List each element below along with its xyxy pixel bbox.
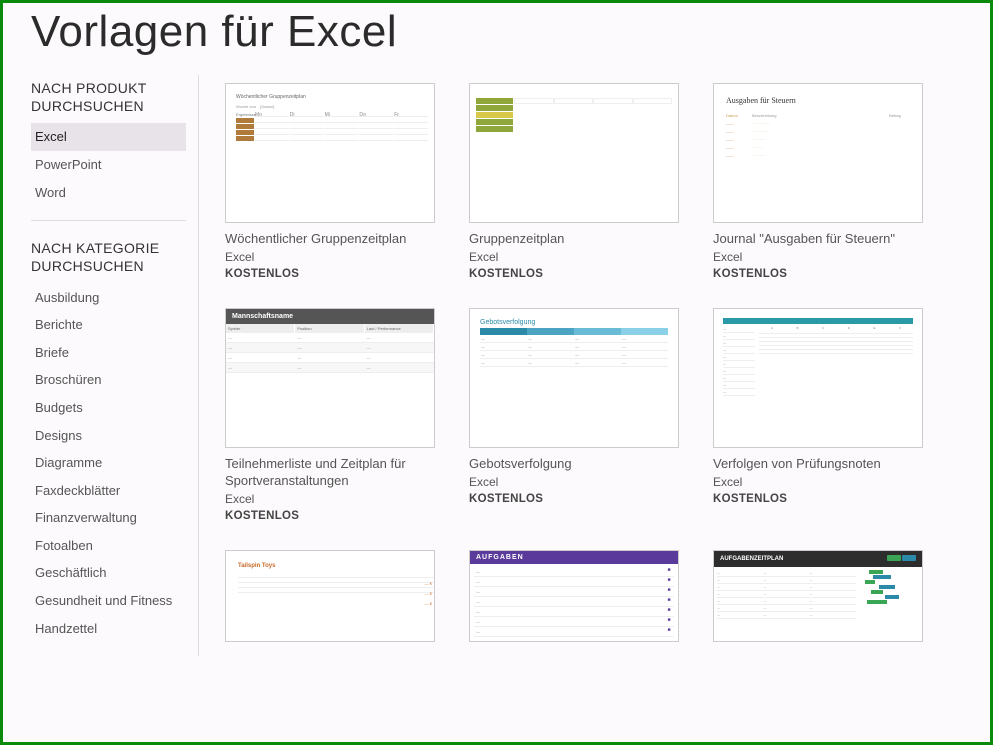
thumb-caption: Gebotsverfolgung [480,319,668,326]
template-app: Excel [225,250,435,264]
sidebar-item-word[interactable]: Word [31,179,186,207]
template-card[interactable]: Mannschaftsname SpielerPositionLauf / Pe… [225,308,435,522]
templates-main: Wöchentlicher Gruppenzeitplan Woche von … [225,75,962,656]
sidebar-item-briefe[interactable]: Briefe [31,339,186,367]
thumb-caption: AUFGABEN [476,554,524,561]
template-card[interactable]: Tailspin Toys — € — € — € [225,550,435,642]
sidebar-divider [31,220,186,221]
thumb-caption: AUFGABENZEITPLAN [720,556,783,562]
sidebar-item-diagramme[interactable]: Diagramme [31,449,186,477]
sidebar-item-budgets[interactable]: Budgets [31,394,186,422]
template-price: KOSTENLOS [225,268,435,280]
template-title: Wöchentlicher Gruppenzeitplan [225,231,435,248]
sidebar: NACH PRODUKT DURCHSUCHEN Excel PowerPoin… [31,75,199,656]
template-price: KOSTENLOS [469,268,679,280]
template-thumbnail: —————————— ABCDEF [713,308,923,448]
template-thumbnail: AUFGABENZEITPLAN ——— ——— ——— ——— ——— [713,550,923,642]
category-heading: NACH KATEGORIE DURCHSUCHEN [31,239,186,275]
template-app: Excel [469,475,679,489]
sidebar-item-designs[interactable]: Designs [31,422,186,450]
layout: NACH PRODUKT DURCHSUCHEN Excel PowerPoin… [31,75,962,656]
template-card[interactable]: Wöchentlicher Gruppenzeitplan Woche von … [225,83,435,280]
template-app: Excel [225,492,435,506]
sidebar-item-ausbildung[interactable]: Ausbildung [31,284,186,312]
sidebar-item-berichte[interactable]: Berichte [31,311,186,339]
thumb-caption: Mannschaftsname [226,309,434,324]
sidebar-item-handzettel[interactable]: Handzettel [31,615,186,643]
thumb-caption: Tailspin Toys [238,563,434,569]
template-thumbnail: Wöchentlicher Gruppenzeitplan Woche von … [225,83,435,223]
template-card[interactable]: Gebotsverfolgung ———— ———— ———— ———— Geb… [469,308,679,522]
sidebar-item-geschaeftlich[interactable]: Geschäftlich [31,559,186,587]
templates-page: Vorlagen für Excel NACH PRODUKT DURCHSUC… [3,3,990,656]
template-title: Gruppenzeitplan [469,231,679,248]
sidebar-item-powerpoint[interactable]: PowerPoint [31,151,186,179]
template-thumbnail: Ausgaben für Steuern DatumBeschreibungBe… [713,83,923,223]
template-card[interactable]: Gruppenzeitplan Excel KOSTENLOS [469,83,679,280]
template-card[interactable]: —————————— ABCDEF [713,308,923,522]
sidebar-item-excel[interactable]: Excel [31,123,186,151]
template-title: Verfolgen von Prüfungsnoten [713,456,923,473]
product-list: Excel PowerPoint Word [31,123,186,206]
sidebar-item-broschueren[interactable]: Broschüren [31,366,186,394]
template-card[interactable]: AUFGABEN —■ —■ —■ —■ —■ —■ —■ [469,550,679,642]
template-title: Gebotsverfolgung [469,456,679,473]
page-title: Vorlagen für Excel [31,7,962,57]
templates-grid: Wöchentlicher Gruppenzeitplan Woche von … [225,83,962,642]
template-price: KOSTENLOS [713,493,923,505]
thumb-caption: Ausgaben für Steuern [726,96,910,105]
template-thumbnail: AUFGABEN —■ —■ —■ —■ —■ —■ —■ [469,550,679,642]
template-price: KOSTENLOS [713,268,923,280]
sidebar-item-fotoalben[interactable]: Fotoalben [31,532,186,560]
sidebar-item-gesundheit[interactable]: Gesundheit und Fitness [31,587,186,615]
thumb-caption: Wöchentlicher Gruppenzeitplan [236,94,428,100]
template-price: KOSTENLOS [225,510,435,522]
sidebar-item-faxdeckblaetter[interactable]: Faxdeckblätter [31,477,186,505]
template-thumbnail: Gebotsverfolgung ———— ———— ———— ———— [469,308,679,448]
template-thumbnail: Mannschaftsname SpielerPositionLauf / Pe… [225,308,435,448]
template-title: Journal "Ausgaben für Steuern" [713,231,923,248]
template-thumbnail: Tailspin Toys — € — € — € [225,550,435,642]
template-app: Excel [713,250,923,264]
template-title: Teilnehmerliste und Zeitplan für Sportve… [225,456,435,490]
sidebar-item-finanzverwaltung[interactable]: Finanzverwaltung [31,504,186,532]
template-card[interactable]: AUFGABENZEITPLAN ——— ——— ——— ——— ——— [713,550,923,642]
category-list: Ausbildung Berichte Briefe Broschüren Bu… [31,284,186,643]
template-price: KOSTENLOS [469,493,679,505]
template-app: Excel [713,475,923,489]
template-thumbnail [469,83,679,223]
template-app: Excel [469,250,679,264]
product-heading: NACH PRODUKT DURCHSUCHEN [31,79,186,115]
template-card[interactable]: Ausgaben für Steuern DatumBeschreibungBe… [713,83,923,280]
